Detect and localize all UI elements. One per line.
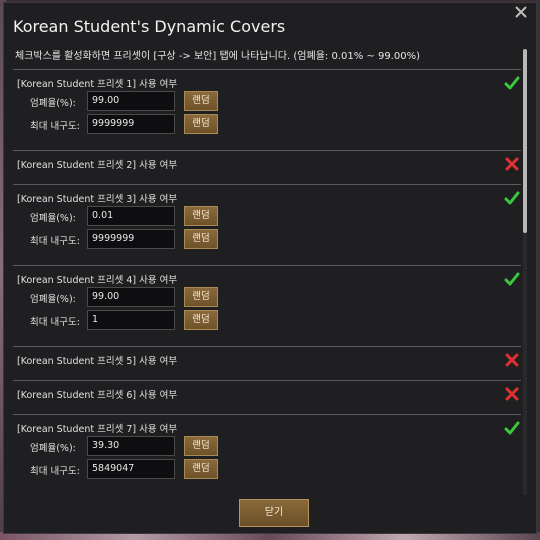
vertical-scrollbar[interactable] <box>523 49 527 495</box>
cover-rate-random-button[interactable]: 랜덤 <box>184 91 218 111</box>
max-durability-input[interactable]: 5849047 <box>87 459 175 479</box>
preset-divider <box>13 150 521 151</box>
cover-rate-input[interactable]: 99.00 <box>87 91 175 111</box>
preset-label: [Korean Student 프리셋 3] 사용 여부 <box>17 194 178 205</box>
cover-rate-random-button[interactable]: 랜덤 <box>184 436 218 456</box>
preset-divider <box>13 414 521 415</box>
max-durability-input[interactable]: 1 <box>87 310 175 330</box>
close-icon[interactable] <box>514 5 530 21</box>
checkmark-icon[interactable] <box>504 420 520 436</box>
preset-divider <box>13 184 521 185</box>
checkmark-icon[interactable] <box>504 75 520 91</box>
preset-label: [Korean Student 프리셋 1] 사용 여부 <box>17 79 178 90</box>
cover-rate-label: 엄폐율(%): <box>30 213 76 224</box>
cover-rate-label: 엄폐율(%): <box>30 294 76 305</box>
max-durability-label: 최대 내구도: <box>30 236 80 247</box>
preset-list: [Korean Student 프리셋 1] 사용 여부엄폐율(%): 99.00… <box>13 69 523 493</box>
max-durability-random-button[interactable]: 랜덤 <box>184 229 218 249</box>
preset-label: [Korean Student 프리셋 2] 사용 여부 <box>17 160 178 171</box>
max-durability-label: 최대 내구도: <box>30 466 80 477</box>
preset-divider <box>13 346 521 347</box>
dialog-title: Korean Student's Dynamic Covers <box>13 17 286 36</box>
cover-rate-random-button[interactable]: 랜덤 <box>184 206 218 226</box>
max-durability-label: 최대 내구도: <box>30 121 80 132</box>
cross-icon[interactable] <box>504 386 520 402</box>
checkmark-icon[interactable] <box>504 190 520 206</box>
close-button[interactable]: 닫기 <box>239 499 309 527</box>
max-durability-random-button[interactable]: 랜덤 <box>184 459 218 479</box>
dialog-description: 체크박스를 활성화하면 프리셋이 [구상 -> 보안] 탭에 나타납니다. (엄… <box>15 51 420 62</box>
preset-divider <box>13 265 521 266</box>
cross-icon[interactable] <box>504 352 520 368</box>
preset-label: [Korean Student 프리셋 5] 사용 여부 <box>17 356 178 367</box>
max-durability-random-button[interactable]: 랜덤 <box>184 114 218 134</box>
cover-rate-input[interactable]: 0.01 <box>87 206 175 226</box>
max-durability-input[interactable]: 9999999 <box>87 229 175 249</box>
dynamic-covers-dialog: Korean Student's Dynamic Covers 체크박스를 활성… <box>3 2 537 534</box>
cover-rate-random-button[interactable]: 랜덤 <box>184 287 218 307</box>
preset-label: [Korean Student 프리셋 6] 사용 여부 <box>17 390 178 401</box>
preset-divider <box>13 380 521 381</box>
cover-rate-input[interactable]: 39.30 <box>87 436 175 456</box>
preset-label: [Korean Student 프리셋 4] 사용 여부 <box>17 275 178 286</box>
checkmark-icon[interactable] <box>504 271 520 287</box>
scrollbar-thumb[interactable] <box>523 49 527 233</box>
cross-icon[interactable] <box>504 156 520 172</box>
cover-rate-input[interactable]: 99.00 <box>87 287 175 307</box>
max-durability-input[interactable]: 9999999 <box>87 114 175 134</box>
preset-label: [Korean Student 프리셋 7] 사용 여부 <box>17 424 178 435</box>
cover-rate-label: 엄폐율(%): <box>30 443 76 454</box>
max-durability-random-button[interactable]: 랜덤 <box>184 310 218 330</box>
max-durability-label: 최대 내구도: <box>30 317 80 328</box>
cover-rate-label: 엄폐율(%): <box>30 98 76 109</box>
preset-divider <box>13 69 521 70</box>
